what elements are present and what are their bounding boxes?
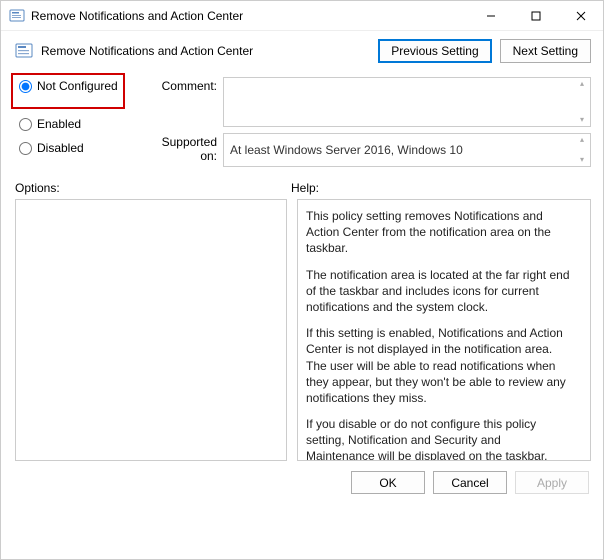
minimize-button[interactable] (468, 1, 513, 31)
close-button[interactable] (558, 1, 603, 31)
supported-value: At least Windows Server 2016, Windows 10 (230, 143, 463, 157)
maximize-button[interactable] (513, 1, 558, 31)
radio-disabled[interactable]: Disabled (15, 141, 135, 155)
help-panel: This policy setting removes Notification… (297, 199, 591, 461)
options-label: Options: (15, 181, 291, 195)
next-setting-button[interactable]: Next Setting (500, 39, 591, 63)
comment-label: Comment: (149, 77, 223, 127)
policy-icon (9, 8, 25, 24)
fields-column: Comment: ▴ ▾ Supported on: At least Wind… (149, 77, 591, 173)
supported-label: Supported on: (149, 133, 223, 167)
previous-setting-button[interactable]: Previous Setting (378, 39, 491, 63)
panel-labels: Options: Help: (1, 175, 603, 199)
radio-enabled-label: Enabled (37, 117, 81, 131)
scroll-up-icon[interactable]: ▴ (576, 80, 588, 88)
radio-column: Not Configured Enabled Disabled (15, 77, 135, 173)
supported-on-box: At least Windows Server 2016, Windows 10… (223, 133, 591, 167)
comment-scrollbar[interactable]: ▴ ▾ (576, 80, 588, 124)
subheader: Remove Notifications and Action Center P… (1, 31, 603, 73)
scroll-down-icon[interactable]: ▾ (576, 156, 588, 164)
comment-input[interactable]: ▴ ▾ (223, 77, 591, 127)
help-label: Help: (291, 181, 319, 195)
cancel-button[interactable]: Cancel (433, 471, 507, 494)
radio-highlight-box: Not Configured (11, 73, 125, 109)
radio-enabled-input[interactable] (19, 118, 32, 131)
radio-enabled[interactable]: Enabled (15, 117, 135, 131)
help-paragraph: The notification area is located at the … (306, 267, 572, 316)
supported-scrollbar[interactable]: ▴ ▾ (576, 136, 588, 164)
scroll-up-icon[interactable]: ▴ (576, 136, 588, 144)
radio-not-configured-input[interactable] (19, 80, 32, 93)
window-title: Remove Notifications and Action Center (31, 9, 468, 23)
config-row: Not Configured Enabled Disabled Comment:… (1, 73, 603, 175)
window-controls (468, 1, 603, 31)
ok-button[interactable]: OK (351, 471, 425, 494)
radio-disabled-input[interactable] (19, 142, 32, 155)
supported-row: Supported on: At least Windows Server 20… (149, 133, 591, 167)
policy-name: Remove Notifications and Action Center (41, 44, 370, 58)
help-paragraph: If this setting is enabled, Notification… (306, 325, 572, 406)
footer: OK Cancel Apply (1, 461, 603, 504)
radio-disabled-label: Disabled (37, 141, 84, 155)
radio-not-configured[interactable]: Not Configured (15, 79, 121, 93)
apply-button[interactable]: Apply (515, 471, 589, 494)
titlebar: Remove Notifications and Action Center (1, 1, 603, 31)
policy-icon (15, 42, 33, 60)
comment-row: Comment: ▴ ▾ (149, 77, 591, 127)
help-paragraph: If you disable or do not configure this … (306, 416, 572, 461)
help-paragraph: This policy setting removes Notification… (306, 208, 572, 257)
scroll-down-icon[interactable]: ▾ (576, 116, 588, 124)
options-panel (15, 199, 287, 461)
panels: This policy setting removes Notification… (1, 199, 603, 461)
radio-not-configured-label: Not Configured (37, 79, 118, 93)
